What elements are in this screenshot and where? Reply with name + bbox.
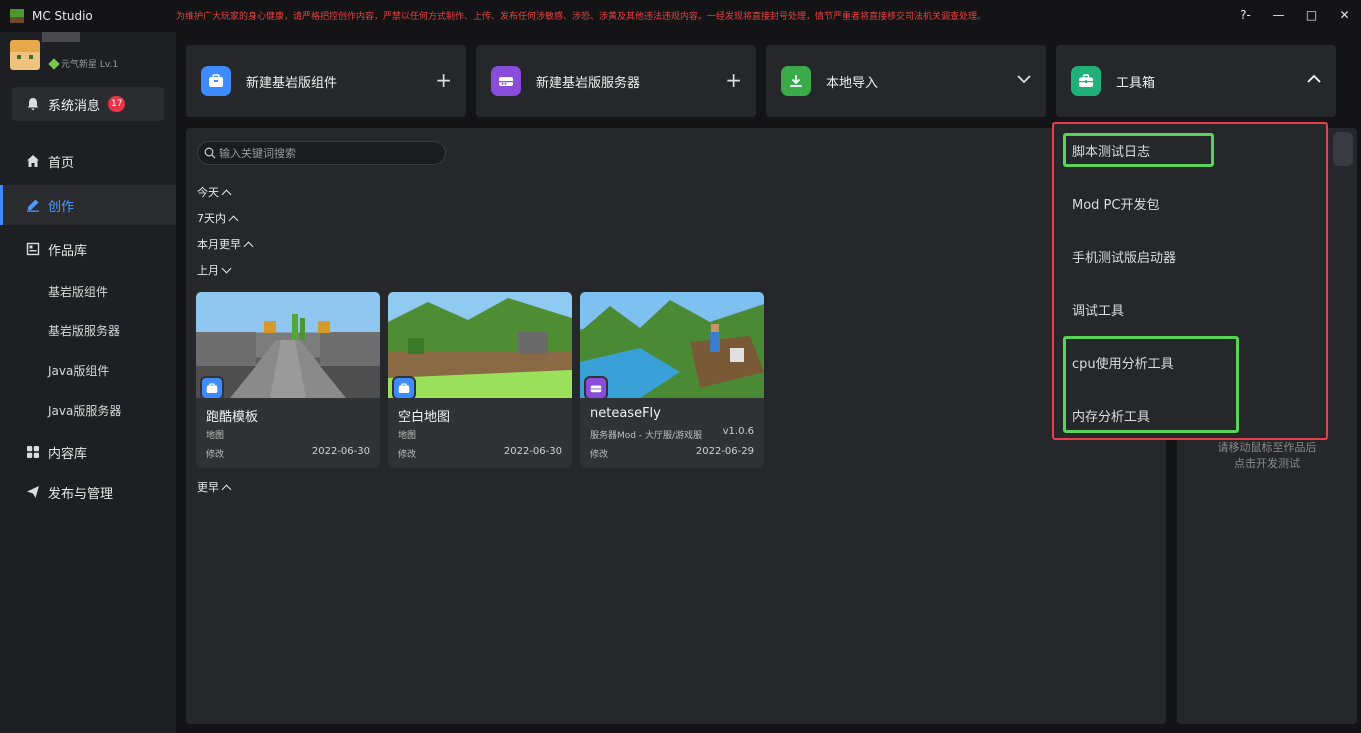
work-card[interactable]: 空白地图 地图 修改 2022-06-30 [388, 292, 572, 468]
work-modified-label: 修改 [590, 450, 609, 460]
menu-debug-tools[interactable]: 调试工具 [1072, 300, 1124, 319]
add-icon[interactable]: + [435, 69, 452, 91]
nav-java-servers[interactable]: Java版服务器 [48, 402, 121, 419]
work-title: 跑酷模板 [206, 410, 259, 425]
work-card[interactable]: neteaseFly 服务器Mod - 大厅服/游戏服 v1.0.6 修改 20… [580, 292, 764, 468]
nav-content-library[interactable]: 内容库 [0, 432, 176, 472]
dev-test-hint-line1: 请移动鼠标至作品后 [1217, 441, 1317, 454]
search-icon [204, 147, 216, 159]
toolbox-card[interactable]: 工具箱 [1056, 45, 1336, 117]
work-thumbnail [580, 292, 764, 400]
addon-badge-icon [200, 376, 224, 400]
app-logo-icon [10, 9, 24, 23]
maximize-button[interactable]: □ [1295, 8, 1328, 22]
system-message-button[interactable]: 系统消息 17 [12, 87, 164, 121]
minimize-button[interactable]: — [1262, 8, 1295, 22]
chevron-up-icon [221, 484, 232, 494]
sidebar: 元气新星 Lv.1 系统消息 17 首页 创作 作品库 基岩版组件 基岩版服务器… [0, 32, 176, 733]
group-earlier[interactable]: 更早 [197, 479, 232, 495]
menu-mod-pc-devkit[interactable]: Mod PC开发包 [1072, 194, 1159, 213]
work-date: 2022-06-29 [695, 446, 754, 457]
work-date: 2022-06-30 [503, 446, 562, 457]
group-last-month[interactable]: 上月 [197, 262, 232, 278]
level-gem-icon [48, 57, 60, 70]
nav-library[interactable]: 作品库 [0, 229, 176, 269]
toolbox-dropdown: 脚本测试日志 Mod PC开发包 手机测试版启动器 调试工具 cpu使用分析工具… [1052, 122, 1328, 440]
avatar[interactable] [10, 40, 40, 70]
work-type: 服务器Mod - 大厅服/游戏服 [590, 431, 702, 441]
works-panel: 今天 7天内 本月更早 上月 跑酷模板 地图 修改 2022-06-30 [186, 128, 1166, 724]
chevron-up-icon [228, 215, 239, 225]
help-button[interactable]: ?- [1229, 8, 1262, 22]
addon-box-icon [201, 66, 231, 96]
home-icon [26, 154, 40, 168]
nav-bedrock-servers[interactable]: 基岩版服务器 [48, 322, 120, 339]
scrollbar[interactable] [1333, 132, 1353, 166]
toolbox-icon [1071, 66, 1101, 96]
nav-java-addons[interactable]: Java版组件 [48, 362, 109, 379]
work-card[interactable]: 跑酷模板 地图 修改 2022-06-30 [196, 292, 380, 468]
search-input[interactable] [219, 146, 439, 160]
chevron-up-icon[interactable] [1306, 69, 1322, 91]
library-icon [26, 242, 40, 256]
work-thumbnail [388, 292, 572, 400]
search-box[interactable] [197, 141, 446, 165]
new-bedrock-server-card[interactable]: 新建基岩版服务器 + [476, 45, 756, 117]
nav-publish-manage[interactable]: 发布与管理 [0, 472, 176, 512]
chevron-down-icon[interactable] [1016, 69, 1032, 91]
work-date: 2022-06-30 [311, 446, 370, 457]
work-title: 空白地图 [398, 410, 451, 425]
message-count-badge: 17 [108, 96, 126, 112]
user-level: 元气新星 Lv.1 [48, 57, 118, 70]
grid-icon [26, 445, 40, 459]
group-today[interactable]: 今天 [197, 184, 232, 200]
bell-icon [27, 98, 39, 110]
local-import-card[interactable]: 本地导入 [766, 45, 1046, 117]
user-name-redacted [42, 32, 80, 42]
chevron-up-icon [221, 189, 232, 199]
nav-home[interactable]: 首页 [0, 141, 176, 181]
highlight-box [1063, 336, 1239, 433]
work-modified-label: 修改 [206, 450, 225, 460]
addon-badge-icon [392, 376, 416, 400]
user-profile[interactable] [10, 40, 40, 70]
app-title: MC Studio [32, 9, 93, 23]
work-type: 地图 [398, 431, 417, 441]
group-7days[interactable]: 7天内 [197, 210, 239, 226]
work-title: neteaseFly [590, 406, 661, 421]
edit-icon [26, 198, 40, 212]
system-message-label: 系统消息 [48, 98, 101, 114]
close-button[interactable]: ✕ [1328, 8, 1361, 22]
chevron-up-icon [243, 241, 254, 251]
server-icon [491, 66, 521, 96]
download-icon [781, 66, 811, 96]
dev-test-hint-line2: 点击开发测试 [1234, 457, 1300, 470]
new-bedrock-addon-card[interactable]: 新建基岩版组件 + [186, 45, 466, 117]
add-icon[interactable]: + [725, 69, 742, 91]
nav-bedrock-addons[interactable]: 基岩版组件 [48, 283, 108, 300]
menu-mobile-test-launcher[interactable]: 手机测试版启动器 [1072, 247, 1176, 266]
send-icon [26, 485, 40, 499]
nav-create[interactable]: 创作 [0, 185, 176, 225]
work-type: 地图 [206, 431, 225, 441]
work-modified-label: 修改 [398, 450, 417, 460]
highlight-box [1063, 133, 1214, 167]
title-bar: MC Studio 为维护广大玩家的身心健康，请严格把控创作内容，严禁以任何方式… [0, 0, 1361, 32]
chevron-down-icon [221, 263, 232, 274]
work-version: v1.0.6 [722, 426, 754, 437]
window-controls: ?- — □ ✕ [1229, 0, 1361, 30]
work-thumbnail [196, 292, 380, 400]
server-badge-icon [584, 376, 608, 400]
content-notice: 为维护广大玩家的身心健康，请严格把控创作内容，严禁以任何方式制作、上传、发布任何… [176, 12, 987, 22]
group-this-month[interactable]: 本月更早 [197, 236, 254, 252]
